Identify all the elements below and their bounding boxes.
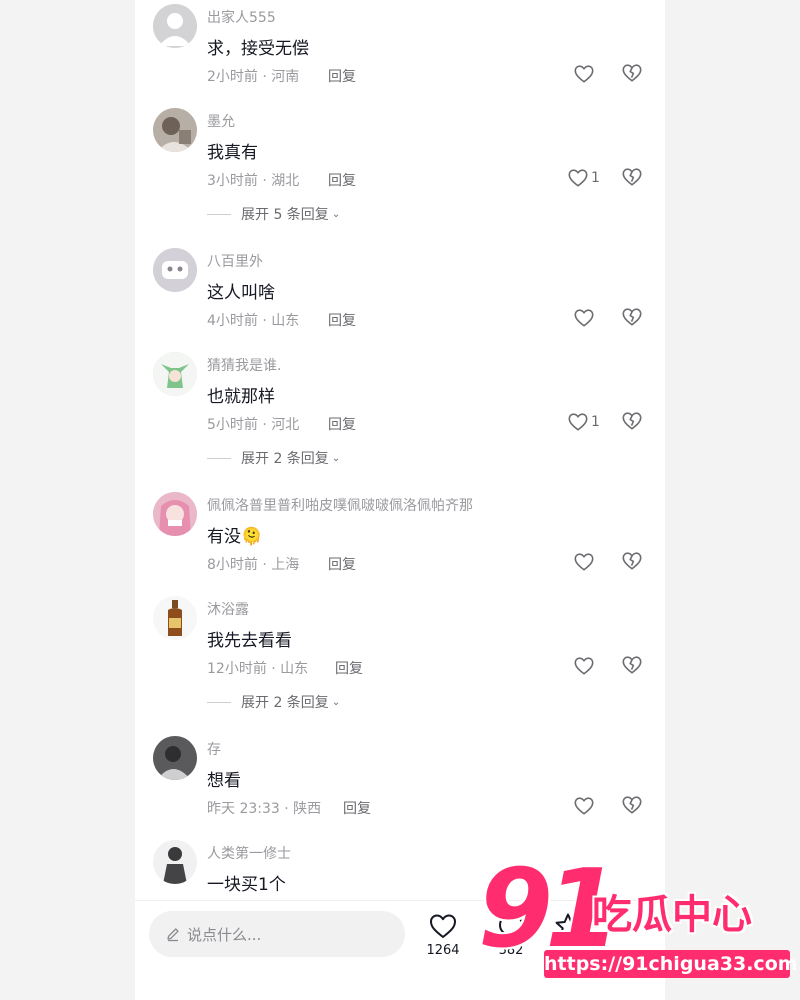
comment-meta: 昨天 23:33 · 陕西 xyxy=(207,801,322,817)
comment-text: 我真有 xyxy=(207,143,258,163)
heart-icon xyxy=(574,553,594,571)
comment-text: 我先去看看 xyxy=(207,631,292,651)
heart-icon xyxy=(574,65,594,83)
comment-meta: 12小时前 · 山东 xyxy=(207,661,309,677)
dislike-button[interactable] xyxy=(621,794,645,818)
like-total: 1264 xyxy=(426,943,460,958)
username[interactable]: 沐浴露 xyxy=(207,599,249,619)
expand-replies-button[interactable]: 展开 5 条回复 ⌄ xyxy=(207,204,340,224)
heart-icon xyxy=(574,797,594,815)
reply-button[interactable]: 回复 xyxy=(328,554,356,574)
broken-heart-icon xyxy=(622,168,642,186)
avatar[interactable] xyxy=(153,596,197,640)
like-count: 1 xyxy=(591,414,600,430)
like-action-button[interactable]: 1264 xyxy=(418,911,468,958)
expand-replies-button[interactable]: 展开 2 条回复 ⌄ xyxy=(207,692,340,712)
chevron-down-icon: ⌄ xyxy=(331,208,341,220)
broken-heart-icon xyxy=(622,656,642,674)
chevron-down-icon: ⌄ xyxy=(331,452,341,464)
heart-icon xyxy=(568,413,588,431)
username[interactable]: 猜猜我是谁. xyxy=(207,355,281,375)
like-button[interactable] xyxy=(573,62,597,86)
divider xyxy=(207,457,231,459)
like-button[interactable] xyxy=(573,306,597,330)
username[interactable]: 出家人555 xyxy=(207,7,276,27)
broken-heart-icon xyxy=(622,552,642,570)
comment-meta: 8小时前 · 上海 xyxy=(207,557,300,573)
comment-text-body: 有没 xyxy=(207,527,241,547)
dislike-button[interactable] xyxy=(621,550,645,574)
broken-heart-icon xyxy=(622,412,642,430)
melting-face-emoji: 🫠 xyxy=(241,527,263,547)
broken-heart-icon xyxy=(622,64,642,82)
like-button[interactable]: 1 xyxy=(567,410,600,434)
comment-input[interactable]: 说点什么... xyxy=(149,911,405,957)
expand-replies-label: 展开 2 条回复 xyxy=(241,695,329,711)
like-button[interactable]: 1 xyxy=(567,166,600,190)
watermark-brand: 吃瓜中心 xyxy=(592,892,752,938)
comment-meta: 5小时前 · 河北 xyxy=(207,417,300,433)
reply-button[interactable]: 回复 xyxy=(335,658,363,678)
watermark-url: https://91chigua33.com xyxy=(544,950,798,978)
reply-button[interactable]: 回复 xyxy=(328,310,356,330)
comment-text: 也就那样 xyxy=(207,387,275,407)
like-button[interactable] xyxy=(573,654,597,678)
comment-text: 求，接受无偿 xyxy=(207,39,309,59)
comment-text: 有没🫠 xyxy=(207,522,262,547)
comment-meta: 3小时前 · 湖北 xyxy=(207,173,300,189)
expand-replies-label: 展开 2 条回复 xyxy=(241,451,329,467)
comment-input-placeholder: 说点什么... xyxy=(187,925,262,944)
avatar[interactable] xyxy=(153,4,197,48)
reply-button[interactable]: 回复 xyxy=(328,414,356,434)
reply-button[interactable]: 回复 xyxy=(328,66,356,86)
like-count: 1 xyxy=(591,170,600,186)
dislike-button[interactable] xyxy=(621,410,645,434)
username[interactable]: 佩佩洛普里普利啪皮噗佩啵啵佩洛佩帕齐那 xyxy=(207,495,473,515)
username[interactable]: 八百里外 xyxy=(207,251,263,271)
like-button[interactable] xyxy=(573,550,597,574)
comment-text: 这人叫啥 xyxy=(207,283,275,303)
dislike-button[interactable] xyxy=(621,306,645,330)
dislike-button[interactable] xyxy=(621,62,645,86)
heart-icon xyxy=(574,657,594,675)
reply-button[interactable]: 回复 xyxy=(343,798,371,818)
expand-replies-label: 展开 5 条回复 xyxy=(241,207,329,223)
avatar[interactable] xyxy=(153,108,197,152)
dislike-button[interactable] xyxy=(621,166,645,190)
divider xyxy=(207,701,231,703)
comment-text: 想看 xyxy=(207,771,241,791)
like-button[interactable] xyxy=(573,794,597,818)
expand-replies-button[interactable]: 展开 2 条回复 ⌄ xyxy=(207,448,340,468)
watermark-logo: 91 吃瓜中心 https://91chigua33.com xyxy=(478,850,798,984)
reply-button[interactable]: 回复 xyxy=(328,170,356,190)
username[interactable]: 人类第一修士 xyxy=(207,843,291,863)
avatar[interactable] xyxy=(153,352,197,396)
dislike-button[interactable] xyxy=(621,654,645,678)
avatar[interactable] xyxy=(153,492,197,536)
chevron-down-icon: ⌄ xyxy=(331,696,341,708)
avatar[interactable] xyxy=(153,248,197,292)
broken-heart-icon xyxy=(622,308,642,326)
username[interactable]: 存 xyxy=(207,739,221,759)
heart-icon xyxy=(568,169,588,187)
heart-icon xyxy=(574,309,594,327)
comment-text: 一块买1个 xyxy=(207,875,286,895)
divider xyxy=(207,213,231,215)
username[interactable]: 墨允 xyxy=(207,111,235,131)
broken-heart-icon xyxy=(622,796,642,814)
comment-meta: 2小时前 · 河南 xyxy=(207,69,300,85)
avatar[interactable] xyxy=(153,840,197,884)
heart-icon xyxy=(430,914,456,938)
pencil-icon xyxy=(167,928,179,942)
avatar[interactable] xyxy=(153,736,197,780)
comment-meta: 4小时前 · 山东 xyxy=(207,313,300,329)
